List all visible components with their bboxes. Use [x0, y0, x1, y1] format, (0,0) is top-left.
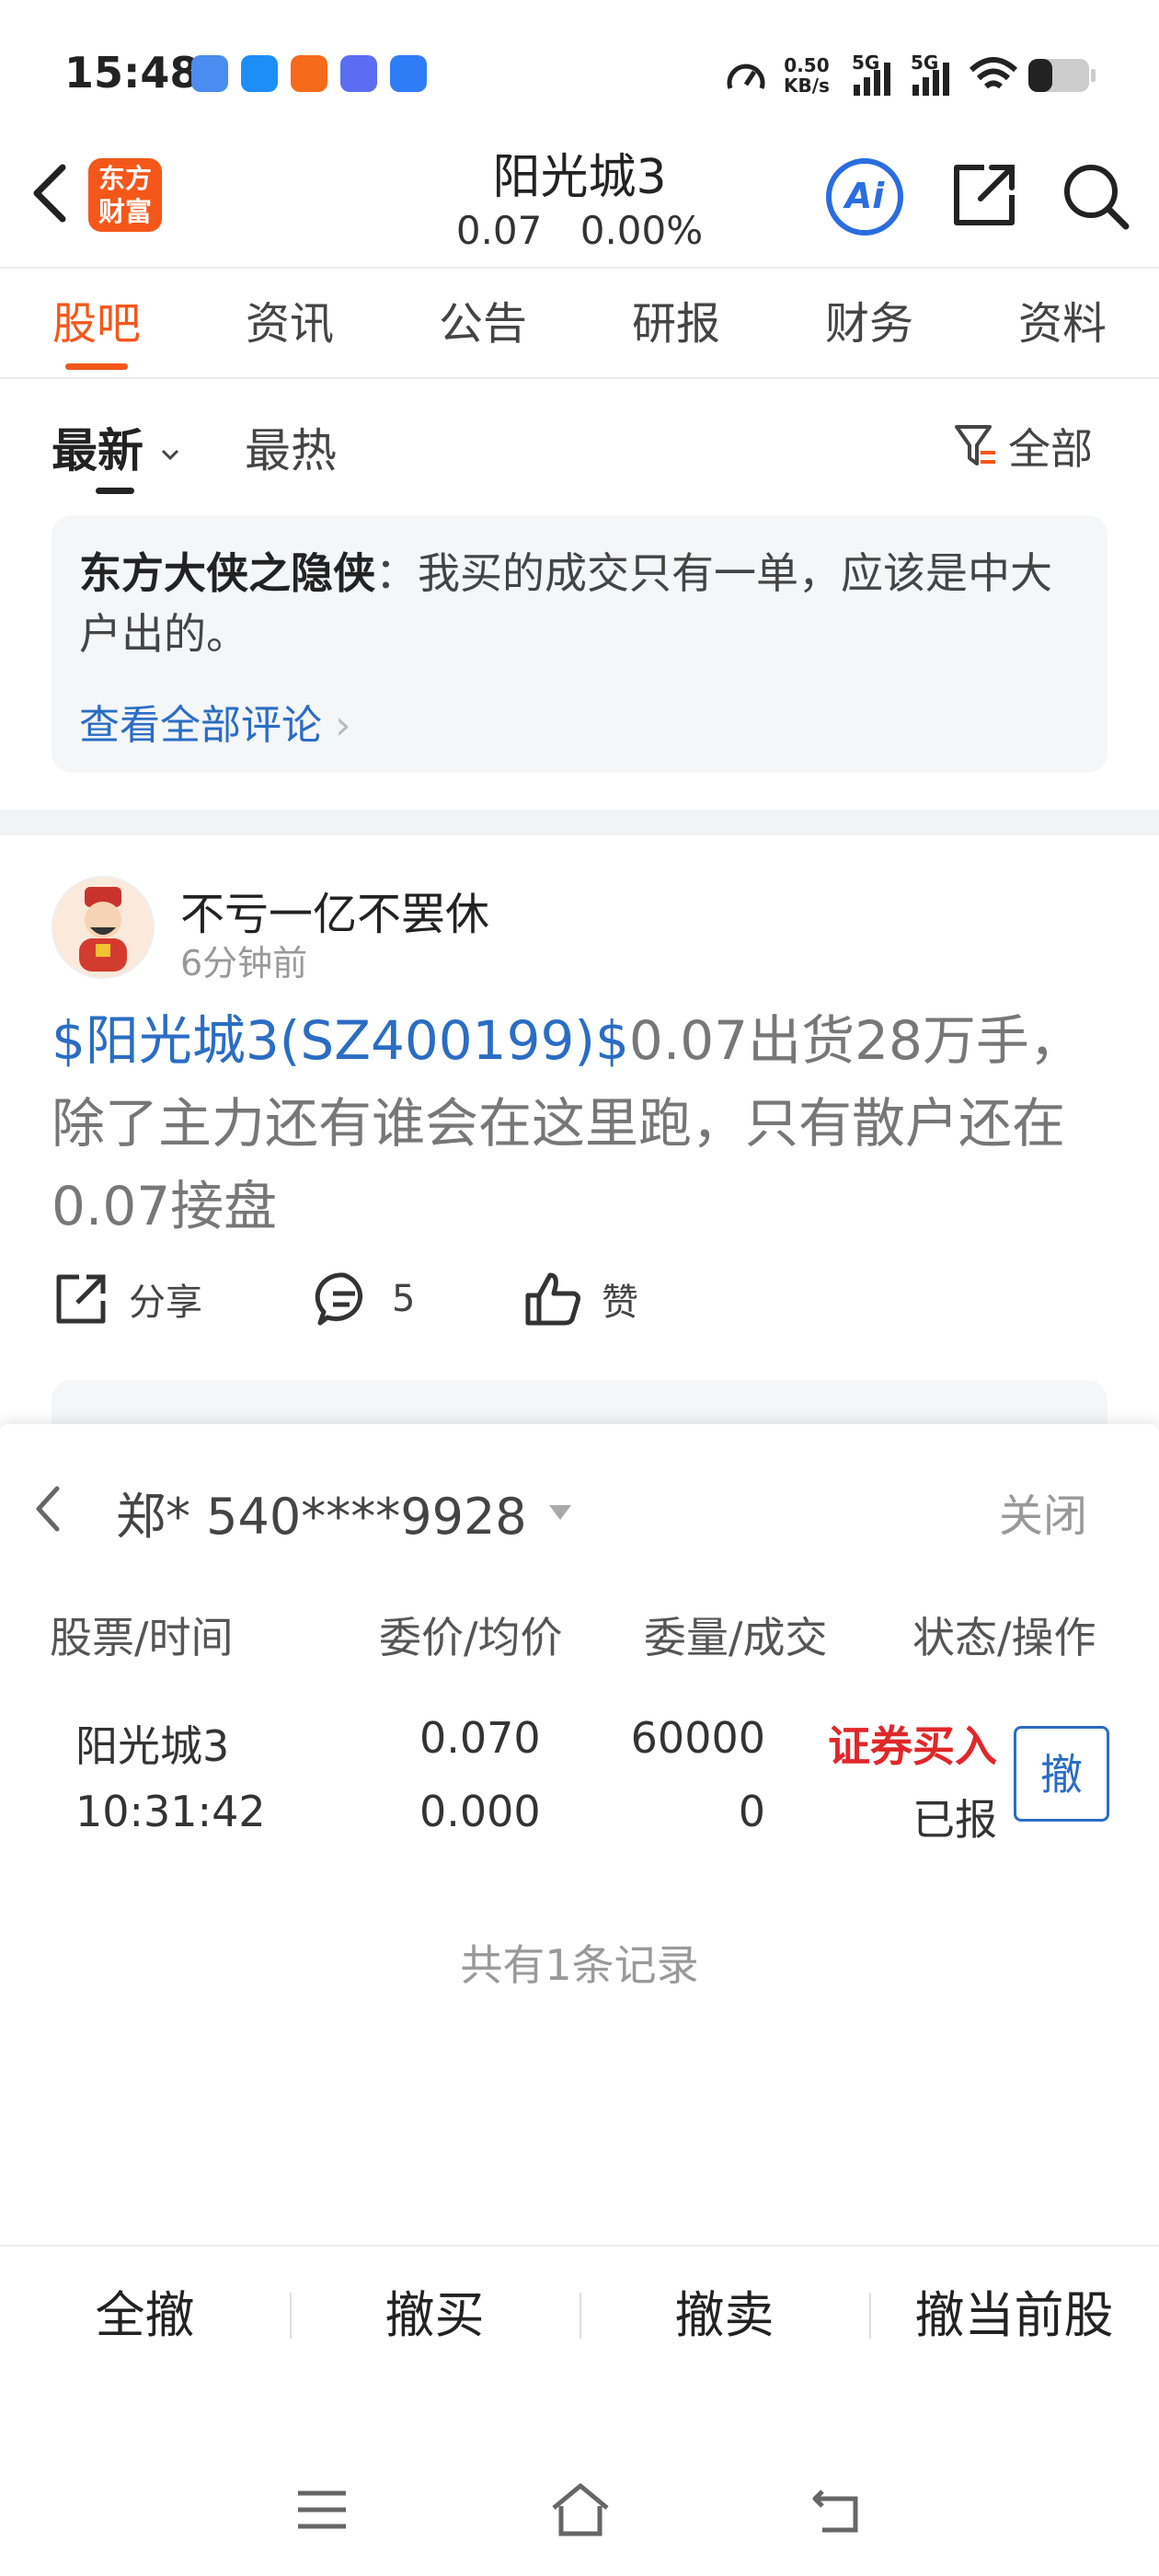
post-body[interactable]: $阳光城3(SZ400199)$0.07出货28万手，除了主力还有谁会在这里跑，… — [52, 999, 1119, 1248]
record-count: 共有1条记录 — [460, 1940, 699, 1990]
home-icon[interactable] — [548, 2478, 613, 2539]
stock-tag-link[interactable]: $阳光城3(SZ400199)$ — [52, 1009, 629, 1072]
stock-price: 0.07 — [455, 208, 543, 253]
wifi-icon — [969, 57, 1018, 89]
order-direction: 证券买入 — [828, 1721, 997, 1771]
header-qty: 委量/成交 — [644, 1613, 828, 1662]
comment-preview-text: 东方大侠之隐侠：我买的成交只有一单，应该是中大户出的。 — [79, 543, 1082, 664]
battery-icon — [1028, 59, 1096, 92]
post-actions: 分享 5 赞 — [52, 1270, 1119, 1352]
comment-post-button[interactable]: 5 — [315, 1270, 415, 1328]
view-all-comments-label: 查看全部评论 — [79, 702, 322, 749]
tab-bar: 股吧 资讯 公告 研报 财务 资料 — [0, 269, 1159, 377]
tab-news[interactable]: 资讯 — [193, 269, 386, 377]
stock-change: 0.00% — [580, 208, 704, 253]
panel-back-icon[interactable] — [28, 1472, 74, 1546]
share-label: 分享 — [129, 1282, 202, 1324]
speedometer-icon — [727, 63, 765, 89]
tab-announcements[interactable]: 公告 — [386, 269, 580, 377]
net-speed: 0.50 KB/s — [784, 54, 830, 97]
tab-finance[interactable]: 财务 — [773, 269, 966, 377]
account-label: 郑* 540****9928 — [116, 1488, 527, 1546]
search-icon[interactable] — [1058, 158, 1131, 232]
like-label: 赞 — [602, 1282, 638, 1324]
order-status: 已报 — [912, 1795, 997, 1845]
sort-hot[interactable]: 最热 — [245, 414, 337, 480]
status-time: 15:48 — [64, 48, 200, 98]
thumbs-up-icon — [525, 1272, 580, 1326]
like-post-button[interactable]: 赞 — [522, 1270, 638, 1328]
order-qty: 60000 — [630, 1713, 765, 1763]
chevron-right-icon: › — [335, 702, 351, 749]
fortune-god-avatar-icon — [79, 887, 127, 972]
comment-icon — [315, 1272, 362, 1326]
cancel-order-button[interactable]: 撤 — [1014, 1726, 1109, 1822]
tab-profile[interactable]: 资料 — [966, 269, 1159, 377]
filter-icon — [955, 425, 995, 466]
order-price: 0.070 — [419, 1713, 541, 1763]
view-all-comments-link[interactable]: 查看全部评论 › — [79, 692, 351, 751]
notification-app-icons — [191, 55, 427, 92]
order-panel — [0, 1424, 1159, 2576]
comment-user[interactable]: 东方大侠之隐侠 — [79, 548, 375, 598]
tab-guba[interactable]: 股吧 — [0, 269, 193, 377]
header-status: 状态/操作 — [912, 1613, 1096, 1662]
app-notification-icon — [291, 55, 327, 92]
sort-latest-label: 最新 — [52, 424, 143, 477]
order-time: 10:31:42 — [75, 1787, 266, 1836]
active-sort-underline — [96, 488, 134, 494]
comment-count: 5 — [392, 1278, 416, 1320]
header-stock-time: 股票/时间 — [50, 1613, 234, 1662]
signal-bars-icon — [854, 63, 890, 96]
app-notification-icon — [390, 55, 427, 92]
section-separator — [0, 810, 1159, 835]
share-post-button[interactable]: 分享 — [52, 1270, 202, 1328]
filter-label: 全部 — [1008, 424, 1093, 474]
avatar[interactable] — [52, 876, 155, 979]
cancel-button-bar: 全撤 撤买 撤卖 撤当前股 — [0, 2247, 1159, 2385]
ai-button[interactable]: Ai — [826, 158, 903, 236]
signal-bars-icon — [912, 63, 949, 96]
order-stock: 阳光城3 — [75, 1721, 230, 1771]
tabs-divider — [0, 377, 1159, 379]
app-notification-icon — [340, 55, 377, 92]
share-icon — [56, 1274, 106, 1324]
app-notification-icon — [241, 55, 278, 92]
post-author[interactable]: 不亏一亿不罢休 — [180, 878, 489, 942]
order-avg-price: 0.000 — [419, 1787, 541, 1836]
menu-icon[interactable] — [294, 2482, 350, 2537]
cancel-current-stock-button[interactable]: 撤当前股 — [869, 2247, 1159, 2385]
share-icon[interactable] — [947, 158, 1021, 232]
close-button[interactable]: 关闭 — [999, 1479, 1087, 1544]
tab-research[interactable]: 研报 — [580, 269, 773, 377]
app-notification-icon — [191, 55, 228, 92]
caret-down-icon — [548, 1504, 571, 1520]
cancel-sells-button[interactable]: 撤卖 — [580, 2247, 869, 2385]
header-price: 委价/均价 — [379, 1613, 563, 1662]
cancel-all-button[interactable]: 全撤 — [0, 2247, 290, 2385]
filter-button[interactable]: 全部 — [953, 416, 1093, 477]
return-icon[interactable] — [809, 2482, 865, 2537]
sort-latest[interactable]: 最新 — [52, 414, 181, 480]
account-selector[interactable]: 郑* 540****9928 — [116, 1476, 571, 1548]
chevron-down-icon — [162, 449, 179, 460]
cancel-buys-button[interactable]: 撤买 — [290, 2247, 580, 2385]
order-filled: 0 — [738, 1787, 765, 1836]
order-table-header: 股票/时间 委价/均价 委量/成交 状态/操作 — [0, 1604, 1159, 1669]
post-time: 6分钟前 — [180, 943, 308, 983]
